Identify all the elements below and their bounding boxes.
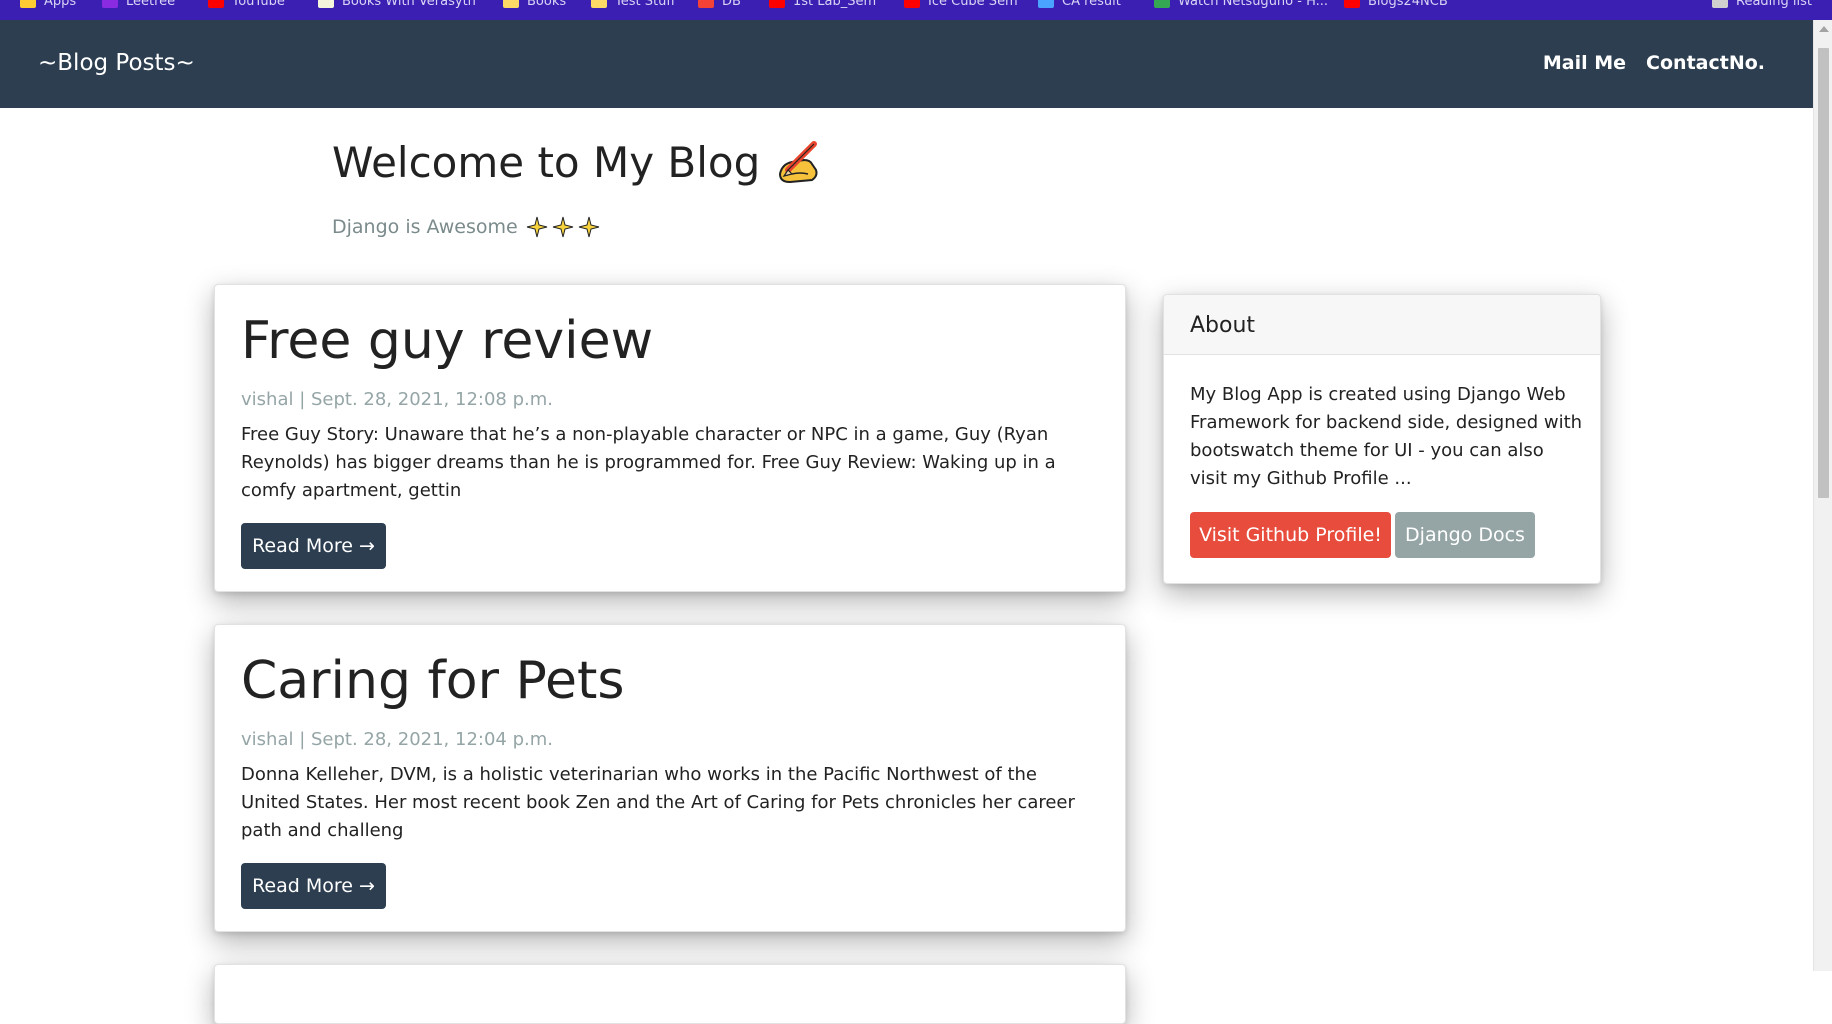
bookmark-blogs[interactable]: Blogs24NCB	[1344, 0, 1448, 9]
post-meta: vishal | Sept. 28, 2021, 12:08 p.m.	[241, 389, 554, 410]
about-text: My Blog App is created using Django Web …	[1190, 384, 1583, 489]
bookmark-label: YouTube	[232, 0, 285, 9]
read-more-button[interactable]: Read More →	[241, 523, 386, 569]
bookmark-ca-result[interactable]: CA result	[1038, 0, 1121, 9]
about-card: About My Blog App is created using Djang…	[1163, 294, 1601, 584]
bookmark-reading-list[interactable]: Reading list	[1712, 0, 1812, 9]
bookmark-label: DB	[722, 0, 741, 9]
post-card: Caring for Pets vishal | Sept. 28, 2021,…	[214, 624, 1126, 932]
read-more-button[interactable]: Read More →	[241, 863, 386, 909]
browser-bookmarks-bar: Apps Leetree YouTube Books With Verasyth…	[0, 0, 1832, 20]
bookmark-label: CA result	[1062, 0, 1121, 9]
post-meta: vishal | Sept. 28, 2021, 12:04 p.m.	[241, 729, 554, 750]
bookmark-books[interactable]: Books	[503, 0, 567, 9]
bookmark-books-verasyth[interactable]: Books With Verasyth	[318, 0, 476, 9]
bookmark-leetree[interactable]: Leetree	[102, 0, 176, 9]
book-icon	[318, 0, 334, 8]
about-header: About	[1164, 295, 1600, 355]
bookmark-label: Apps	[44, 0, 77, 9]
reading-list-icon	[1712, 0, 1728, 8]
bookmark-db[interactable]: DB	[698, 0, 741, 9]
visit-github-button[interactable]: Visit Github Profile!	[1190, 512, 1391, 558]
page-title-text: Welcome to My Blog	[332, 138, 761, 187]
writing-hand-icon	[779, 140, 818, 183]
bookmark-apps[interactable]: Apps	[20, 0, 77, 9]
bookmark-label: Test Stuff	[615, 0, 676, 9]
bookmark-label: Ice Cube Sem	[928, 0, 1018, 9]
sparkles-icon	[526, 216, 600, 238]
youtube-icon	[769, 0, 785, 8]
bookmark-label: Books	[527, 0, 567, 9]
flipkart-icon	[698, 0, 714, 8]
nav-link-contact[interactable]: ContactNo.	[1646, 52, 1765, 74]
bookmark-ice-cube[interactable]: Ice Cube Sem	[904, 0, 1018, 9]
globe-icon	[1038, 0, 1054, 8]
navbar: ~Blog Posts~ Mail Me ContactNo.	[0, 20, 1813, 108]
post-title[interactable]: Free guy review	[241, 311, 653, 371]
navbar-brand[interactable]: ~Blog Posts~	[38, 50, 195, 76]
folder-icon	[503, 0, 519, 8]
apps-grid-icon	[20, 0, 36, 8]
bookmark-label: Blogs24NCB	[1368, 0, 1448, 9]
bookmark-watch[interactable]: Watch Netsuguno - H...	[1154, 0, 1329, 9]
post-excerpt: Free Guy Story: Unaware that he’s a non-…	[241, 424, 1056, 501]
youtube-icon	[208, 0, 224, 8]
bookmark-label: Books With Verasyth	[342, 0, 476, 9]
page-scrollbar[interactable]	[1813, 20, 1832, 971]
subtitle: Django is Awesome	[332, 216, 600, 238]
youtube-icon	[904, 0, 920, 8]
check-icon	[1154, 0, 1170, 8]
page-title: Welcome to My Blog	[332, 138, 822, 187]
django-docs-button[interactable]: Django Docs	[1395, 512, 1535, 558]
folder-icon	[591, 0, 607, 8]
bookmark-test-stuff[interactable]: Test Stuff	[591, 0, 676, 9]
youtube-icon	[1344, 0, 1360, 8]
about-title: About	[1190, 313, 1256, 338]
leetree-icon	[102, 0, 118, 8]
nav-link-mail-me[interactable]: Mail Me	[1543, 52, 1626, 74]
subtitle-text: Django is Awesome	[332, 216, 518, 238]
bookmark-label: Reading list	[1736, 0, 1812, 9]
post-title[interactable]: Caring for Pets	[241, 651, 625, 711]
bookmark-lab-sem[interactable]: 1st Lab_Sem	[769, 0, 877, 9]
post-excerpt: Donna Kelleher, DVM, is a holistic veter…	[241, 764, 1075, 841]
scroll-thumb[interactable]	[1818, 48, 1829, 498]
scroll-up-arrow-icon[interactable]	[1819, 26, 1829, 32]
post-card: Free guy review vishal | Sept. 28, 2021,…	[214, 284, 1126, 592]
post-card	[214, 964, 1126, 1024]
bookmark-label: Watch Netsuguno - H...	[1178, 0, 1329, 9]
bookmark-youtube[interactable]: YouTube	[208, 0, 285, 9]
nav-links: Mail Me ContactNo.	[1543, 52, 1765, 74]
bookmark-label: 1st Lab_Sem	[793, 0, 877, 9]
bookmark-label: Leetree	[126, 0, 176, 9]
